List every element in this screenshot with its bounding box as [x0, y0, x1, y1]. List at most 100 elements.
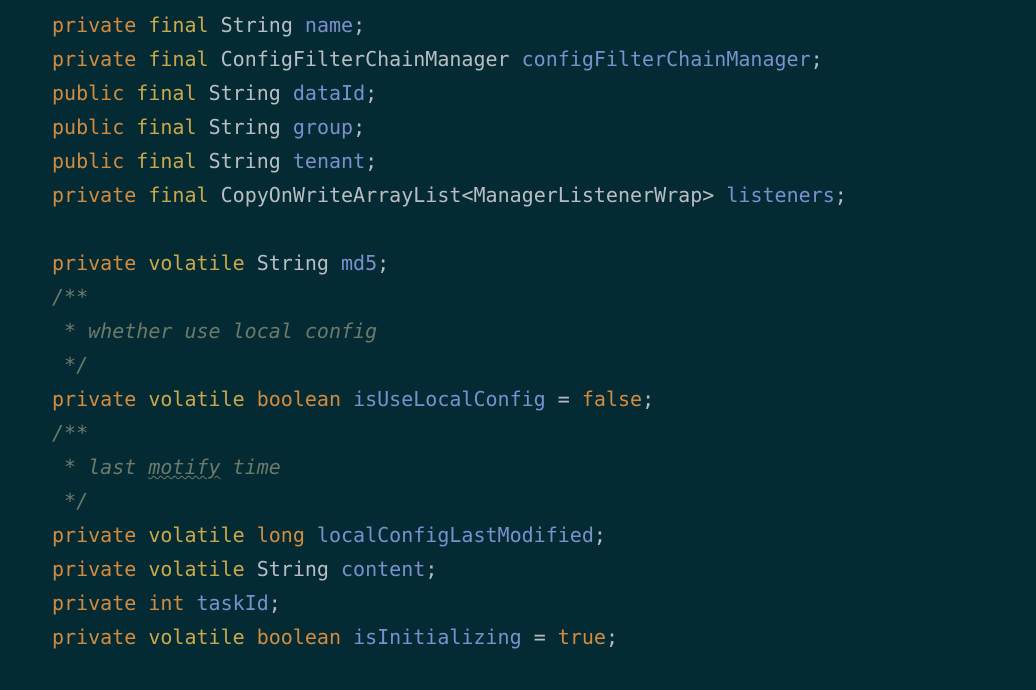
code-token [136, 557, 148, 581]
code-token: md5 [341, 251, 377, 275]
code-token [136, 387, 148, 411]
code-token: name [305, 13, 353, 37]
code-token [197, 81, 209, 105]
code-token: boolean [257, 625, 341, 649]
code-token [245, 387, 257, 411]
code-token [245, 251, 257, 275]
code-token: /** [52, 285, 88, 309]
code-token: volatile [148, 557, 244, 581]
code-token [184, 591, 196, 615]
code-token [124, 81, 136, 105]
code-block: private final String name;private final … [0, 0, 1036, 654]
code-line: private volatile long localConfigLastMod… [52, 518, 1036, 552]
code-line: */ [52, 348, 1036, 382]
code-token: < [461, 183, 473, 207]
code-token: ConfigFilterChainManager [221, 47, 510, 71]
code-token: ; [642, 387, 654, 411]
code-token: String [221, 13, 293, 37]
code-token [136, 591, 148, 615]
code-token: private [52, 387, 136, 411]
code-token [305, 523, 317, 547]
code-token: motify [148, 455, 220, 479]
code-token: ; [606, 625, 618, 649]
code-token [510, 47, 522, 71]
code-token: volatile [148, 387, 244, 411]
code-line: private int taskId; [52, 586, 1036, 620]
code-token: ; [365, 149, 377, 173]
code-token: private [52, 251, 136, 275]
code-token: final [136, 149, 196, 173]
code-token [136, 183, 148, 207]
code-token [209, 47, 221, 71]
code-token: dataId [293, 81, 365, 105]
code-token: volatile [148, 523, 244, 547]
code-token: private [52, 625, 136, 649]
code-token: ; [269, 591, 281, 615]
code-token: isInitializing [353, 625, 522, 649]
code-token [546, 625, 558, 649]
code-token: ; [377, 251, 389, 275]
code-line: public final String group; [52, 110, 1036, 144]
code-token: tenant [293, 149, 365, 173]
code-line: public final String tenant; [52, 144, 1036, 178]
code-line: * whether use local config [52, 314, 1036, 348]
code-token: = [558, 387, 570, 411]
code-token [136, 523, 148, 547]
code-token: ; [811, 47, 823, 71]
code-line: * last motify time [52, 450, 1036, 484]
code-token [245, 557, 257, 581]
code-line: */ [52, 484, 1036, 518]
code-token: false [582, 387, 642, 411]
code-token: taskId [197, 591, 269, 615]
code-token [124, 149, 136, 173]
code-token [136, 625, 148, 649]
code-token: public [52, 149, 124, 173]
code-token [124, 115, 136, 139]
code-token: String [209, 81, 281, 105]
code-token [714, 183, 726, 207]
code-token: group [293, 115, 353, 139]
code-token: /** [52, 421, 88, 445]
code-line: private final String name; [52, 8, 1036, 42]
code-token: localConfigLastModified [317, 523, 594, 547]
code-line: public final String dataId; [52, 76, 1036, 110]
code-token: final [136, 81, 196, 105]
code-token: time [221, 455, 281, 479]
code-token [245, 523, 257, 547]
code-token: isUseLocalConfig [353, 387, 546, 411]
code-token [522, 625, 534, 649]
code-token: listeners [726, 183, 834, 207]
code-token: * last [52, 455, 148, 479]
code-line: private volatile String content; [52, 552, 1036, 586]
code-token: ; [353, 115, 365, 139]
code-token: String [209, 115, 281, 139]
code-token: * whether use local config [52, 319, 377, 343]
code-token: private [52, 591, 136, 615]
code-token: final [148, 47, 208, 71]
code-token [570, 387, 582, 411]
code-token: CopyOnWriteArrayList [221, 183, 462, 207]
code-token [281, 149, 293, 173]
code-token [293, 13, 305, 37]
code-line [52, 212, 1036, 246]
code-token: private [52, 557, 136, 581]
code-token: configFilterChainManager [522, 47, 811, 71]
code-token: ; [365, 81, 377, 105]
code-token: boolean [257, 387, 341, 411]
code-token: true [558, 625, 606, 649]
code-token: ManagerListenerWrap [473, 183, 702, 207]
code-token: private [52, 183, 136, 207]
code-token: public [52, 115, 124, 139]
code-token [209, 183, 221, 207]
code-token [281, 115, 293, 139]
code-token [136, 251, 148, 275]
code-token [341, 625, 353, 649]
code-token: ; [594, 523, 606, 547]
code-token [329, 251, 341, 275]
code-line: private final CopyOnWriteArrayList<Manag… [52, 178, 1036, 212]
code-token [546, 387, 558, 411]
code-line: private final ConfigFilterChainManager c… [52, 42, 1036, 76]
code-token [197, 115, 209, 139]
code-token: String [257, 251, 329, 275]
code-token: final [136, 115, 196, 139]
